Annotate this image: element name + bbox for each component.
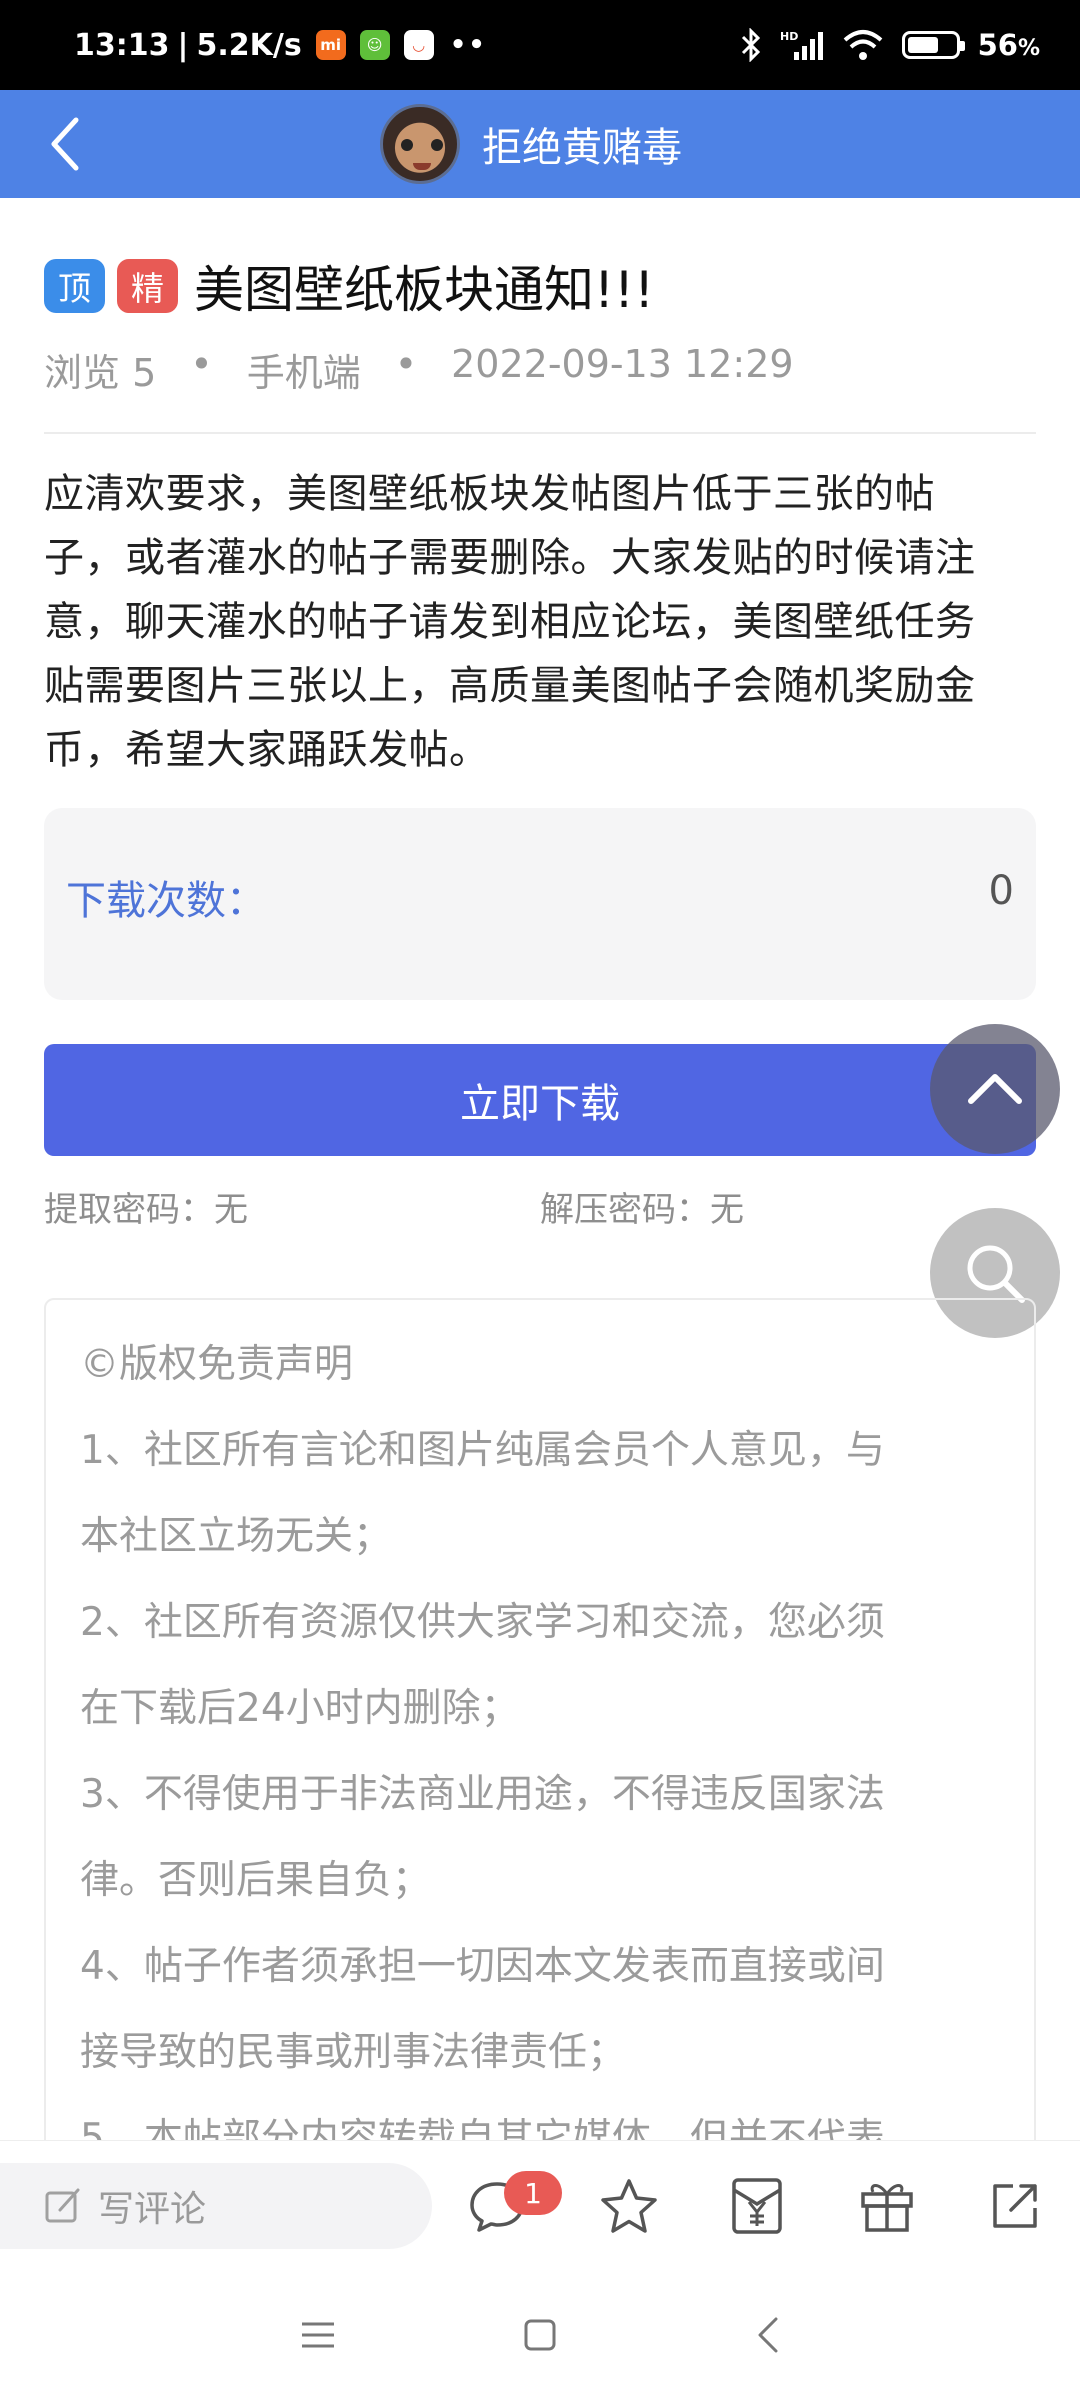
comment-count-badge: 1 <box>504 2171 562 2215</box>
bluetooth-icon <box>741 28 760 62</box>
post-body-line: 应清欢要求，美图壁纸板块发帖图片低于三张的帖 <box>44 471 935 517</box>
divider <box>44 432 1036 434</box>
scroll-top-button[interactable] <box>930 1024 1060 1154</box>
top-app-bar: 拒绝黄赌毒 <box>0 90 1080 198</box>
share-button[interactable] <box>980 2171 1050 2241</box>
status-left: 13:13 | 5.2K/s mi ☺ ◡ •• <box>74 0 487 90</box>
browser-app-icon: ◡ <box>403 30 434 60</box>
share-icon <box>993 2184 1037 2228</box>
pinned-tag: 顶 <box>44 259 105 313</box>
mi-app-icon: mi <box>315 30 346 60</box>
signal-icon: HD <box>780 30 823 60</box>
featured-tag: 精 <box>117 259 178 313</box>
post-body-line: 币，希望大家踊跃发帖。 <box>44 727 490 773</box>
download-count-label: 下载次数： <box>66 878 266 924</box>
reward-coin-button[interactable] <box>722 2171 792 2241</box>
disclaimer-box: ©版权免责声明 1、社区所有言论和图片纯属会员个人意见，与 本社区立场无关； 2… <box>44 1298 1036 2158</box>
favorite-button[interactable] <box>594 2171 664 2241</box>
meta-dot: • <box>394 342 418 386</box>
comment-placeholder: 写评论 <box>98 2189 207 2230</box>
write-comment-input[interactable]: 写评论 <box>0 2163 432 2249</box>
gift-icon <box>861 2184 913 2232</box>
unzip-password: 解压密码：无 <box>540 1190 744 1230</box>
wifi-icon <box>843 30 882 60</box>
battery-percent: 56% <box>977 28 1040 62</box>
system-nav-bar <box>0 2270 1080 2400</box>
battery-icon <box>901 31 965 59</box>
post-body-line: 子，或者灌水的帖子需要删除。大家发贴的时候请注 <box>44 535 976 581</box>
square-home-icon <box>524 2319 556 2351</box>
disclaimer-line: 2、社区所有资源仅供大家学习和交流，您必须 <box>80 1600 885 1645</box>
star-icon <box>601 2179 657 2233</box>
chevron-up-icon <box>968 1074 1022 1104</box>
post-title-row: 顶 精 美图壁纸板块通知!!! <box>44 250 654 322</box>
download-info-box: 下载次数： 0 <box>44 808 1036 1000</box>
disclaimer-line: 律。否则后果自负； <box>80 1858 432 1903</box>
recent-apps-button[interactable] <box>283 2300 353 2370</box>
post-body-line: 意，聊天灌水的帖子请发到相应论坛，美图壁纸任务 <box>44 599 976 645</box>
yuan-envelope-icon <box>732 2178 782 2234</box>
status-right: HD 56% <box>740 0 1040 90</box>
post-client: 手机端 <box>246 351 361 395</box>
download-count-value: 0 <box>988 868 1014 914</box>
home-button[interactable] <box>505 2300 575 2370</box>
post-body: 应清欢要求，美图壁纸板块发帖图片低于三张的帖 子，或者灌水的帖子需要删除。大家发… <box>44 462 1036 782</box>
menu-icon <box>302 2322 334 2348</box>
download-now-button[interactable]: 立即下载 <box>44 1044 1036 1156</box>
edit-icon <box>45 2188 80 2223</box>
wechat-bot-icon: ☺ <box>359 30 390 60</box>
chevron-left-icon <box>51 117 79 171</box>
status-bar: 13:13 | 5.2K/s mi ☺ ◡ •• HD 56% <box>0 0 1080 90</box>
disclaimer-line: 本社区立场无关； <box>80 1514 393 1559</box>
disclaimer-line: 3、不得使用于非法商业用途，不得违反国家法 <box>80 1772 885 1817</box>
clock: 13:13 <box>74 27 170 63</box>
disclaimer-line: 接导致的民事或刑事法律责任； <box>80 2030 627 2075</box>
more-notifications-icon: •• <box>449 30 487 60</box>
system-back-button[interactable] <box>733 2300 803 2370</box>
forum-title: 拒绝黄赌毒 <box>482 125 682 171</box>
post-title: 美图壁纸板块通知!!! <box>194 261 655 319</box>
post-datetime: 2022-09-13 12:29 <box>451 342 794 386</box>
disclaimer-heading: ©版权免责声明 <box>80 1342 354 1387</box>
network-speed: 5.2K/s <box>196 27 302 63</box>
svg-text:HD: HD <box>780 30 798 43</box>
forum-header[interactable]: 拒绝黄赌毒 <box>380 100 682 188</box>
disclaimer-line: 4、帖子作者须承担一切因本文发表而直接或间 <box>80 1944 885 1989</box>
disclaimer-line: 在下载后24小时内删除； <box>80 1686 520 1731</box>
post-body-line: 贴需要图片三张以上，高质量美图帖子会随机奖励金 <box>44 663 976 709</box>
view-count: 浏览 5 <box>44 351 157 395</box>
status-separator: | <box>177 27 189 63</box>
avatar[interactable] <box>380 104 460 184</box>
meta-dot: • <box>190 342 213 386</box>
back-button[interactable] <box>30 108 102 180</box>
disclaimer-line: 1、社区所有言论和图片纯属会员个人意见，与 <box>80 1428 885 1473</box>
extract-password: 提取密码：无 <box>44 1190 248 1230</box>
bottom-action-bar: 写评论 1 <box>0 2140 1080 2270</box>
back-triangle-icon <box>758 2317 778 2353</box>
post-meta: 浏览 5 • 手机端 • 2022-09-13 12:29 <box>44 342 794 397</box>
gift-button[interactable] <box>852 2171 922 2241</box>
